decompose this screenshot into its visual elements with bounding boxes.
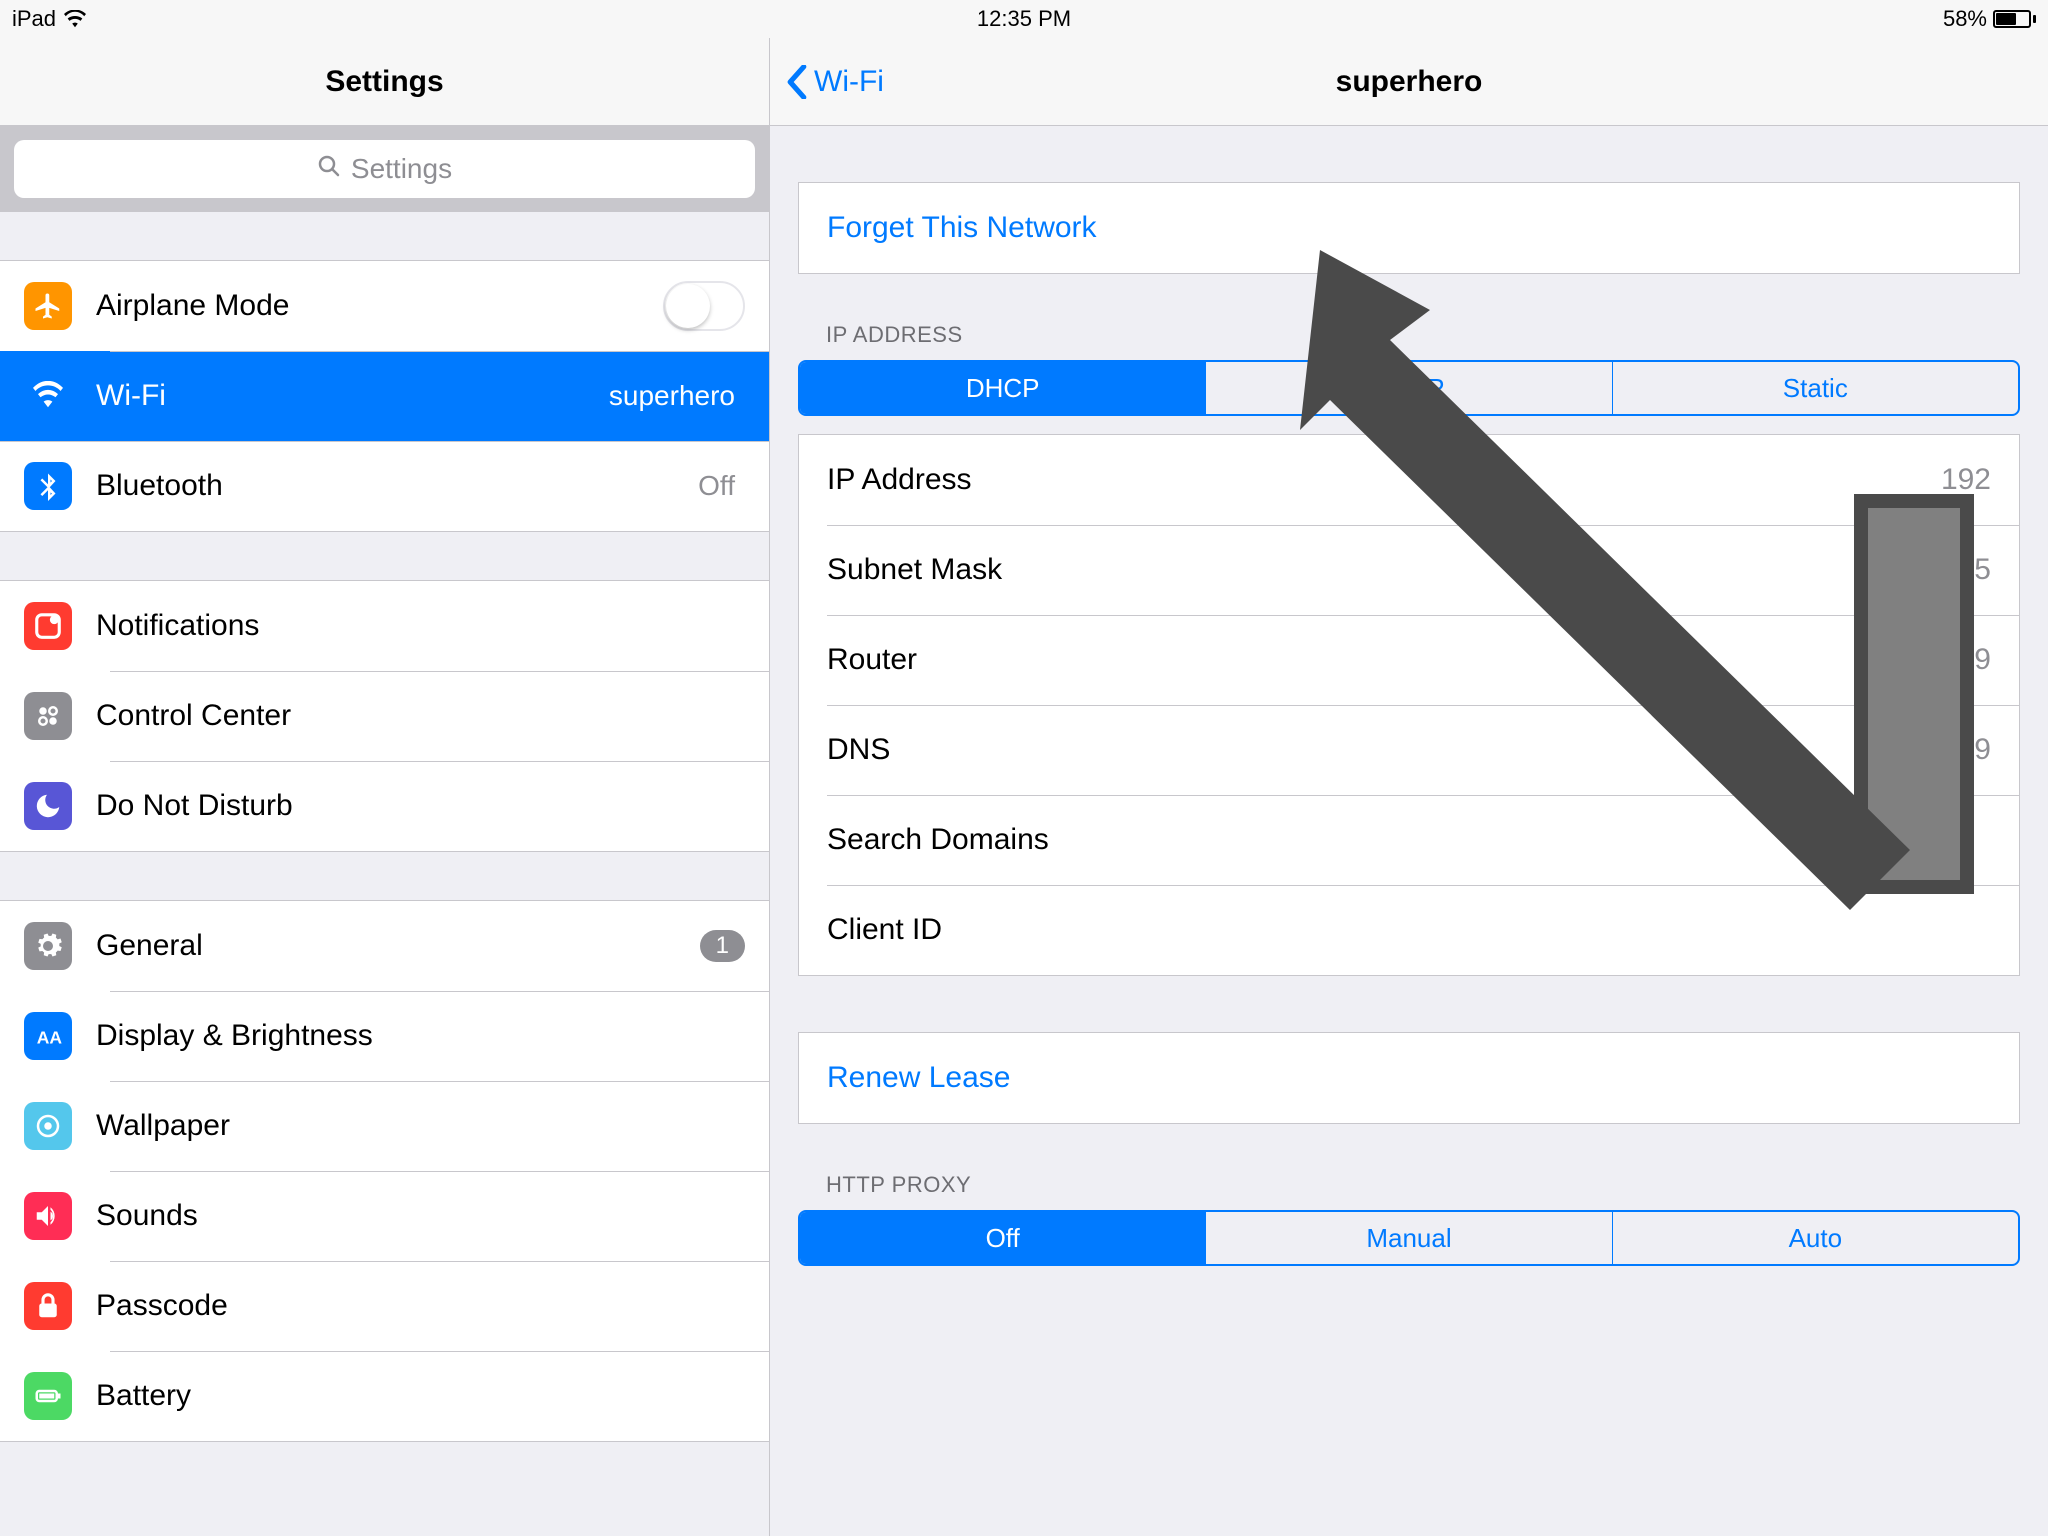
sidebar-item-display[interactable]: AA Display & Brightness <box>0 991 769 1081</box>
sidebar-header: Settings <box>0 38 769 126</box>
sidebar-item-battery[interactable]: Battery <box>0 1351 769 1441</box>
sidebar-item-label: Wallpaper <box>96 1109 745 1143</box>
sidebar-item-label: Passcode <box>96 1289 745 1323</box>
ip-section-header: IP ADDRESS <box>798 274 2020 360</box>
sidebar-item-label: Sounds <box>96 1199 745 1233</box>
svg-text:AA: AA <box>37 1028 63 1048</box>
moon-icon <box>24 782 72 830</box>
sidebar-item-sounds[interactable]: Sounds <box>0 1171 769 1261</box>
sidebar-item-label: General <box>96 929 700 963</box>
row-router[interactable]: Router 19 <box>799 615 2019 705</box>
wifi-status-icon <box>64 10 86 28</box>
status-bar: iPad 12:35 PM 58% <box>0 0 2048 38</box>
bluetooth-icon <box>24 462 72 510</box>
search-container: Settings <box>0 126 769 212</box>
renew-lease-button[interactable]: Renew Lease <box>799 1033 2019 1123</box>
annotation-redaction-box <box>1854 494 1974 894</box>
display-icon: AA <box>24 1012 72 1060</box>
forget-network-button[interactable]: Forget This Network <box>799 183 2019 273</box>
row-subnet-mask[interactable]: Subnet Mask 255.25 <box>799 525 2019 615</box>
segment-bootp[interactable]: BootP <box>1205 362 1611 414</box>
segment-proxy-auto[interactable]: Auto <box>1612 1212 2018 1264</box>
sidebar-item-value: superhero <box>609 380 735 412</box>
sidebar-item-airplane[interactable]: Airplane Mode <box>0 261 769 351</box>
search-placeholder: Settings <box>351 153 452 185</box>
settings-sidebar: Settings Settings Airplane Mode Wi-Fi su… <box>0 38 770 1536</box>
sidebar-item-label: Control Center <box>96 699 745 733</box>
sidebar-item-label: Battery <box>96 1379 745 1413</box>
proxy-segment: Off Manual Auto <box>798 1210 2020 1266</box>
sidebar-item-value: Off <box>698 470 735 502</box>
sidebar-item-wallpaper[interactable]: Wallpaper <box>0 1081 769 1171</box>
chevron-left-icon <box>786 65 808 99</box>
sidebar-item-bluetooth[interactable]: Bluetooth Off <box>0 441 769 531</box>
sidebar-item-label: Do Not Disturb <box>96 789 745 823</box>
sidebar-item-passcode[interactable]: Passcode <box>0 1261 769 1351</box>
battery-row-icon <box>24 1372 72 1420</box>
forget-label: Forget This Network <box>827 211 1097 245</box>
sidebar-item-label: Airplane Mode <box>96 289 663 323</box>
back-label: Wi-Fi <box>814 65 884 99</box>
battery-percent: 58% <box>1943 6 1987 32</box>
segment-proxy-off[interactable]: Off <box>800 1212 1205 1264</box>
row-ip-address[interactable]: IP Address 192 <box>799 435 2019 525</box>
ip-mode-segment: DHCP BootP Static <box>798 360 2020 416</box>
notifications-icon <box>24 602 72 650</box>
row-dns[interactable]: DNS 19 <box>799 705 2019 795</box>
sidebar-item-dnd[interactable]: Do Not Disturb <box>0 761 769 851</box>
sidebar-item-label: Wi-Fi <box>96 379 609 413</box>
sidebar-item-label: Display & Brightness <box>96 1019 745 1053</box>
sidebar-item-general[interactable]: General 1 <box>0 901 769 991</box>
control-center-icon <box>24 692 72 740</box>
segment-proxy-manual[interactable]: Manual <box>1205 1212 1611 1264</box>
renew-label: Renew Lease <box>827 1061 1010 1095</box>
device-label: iPad <box>12 6 56 32</box>
badge: 1 <box>700 930 745 962</box>
sidebar-item-wifi[interactable]: Wi-Fi superhero <box>0 351 769 441</box>
search-icon <box>317 153 341 185</box>
sidebar-title: Settings <box>325 65 443 99</box>
segment-static[interactable]: Static <box>1612 362 2018 414</box>
sidebar-item-notifications[interactable]: Notifications <box>0 581 769 671</box>
status-time: 12:35 PM <box>977 6 1071 32</box>
airplane-toggle[interactable] <box>663 281 745 331</box>
gear-icon <box>24 922 72 970</box>
sounds-icon <box>24 1192 72 1240</box>
sidebar-item-label: Bluetooth <box>96 469 698 503</box>
search-input[interactable]: Settings <box>14 140 755 198</box>
lock-icon <box>24 1282 72 1330</box>
wifi-icon <box>24 372 72 420</box>
segment-dhcp[interactable]: DHCP <box>800 362 1205 414</box>
row-client-id[interactable]: Client ID <box>799 885 2019 975</box>
airplane-icon <box>24 282 72 330</box>
wallpaper-icon <box>24 1102 72 1150</box>
detail-header: Wi-Fi superhero <box>770 38 2048 126</box>
detail-title: superhero <box>1336 65 1483 99</box>
sidebar-item-label: Notifications <box>96 609 745 643</box>
sidebar-item-control-center[interactable]: Control Center <box>0 671 769 761</box>
back-button[interactable]: Wi-Fi <box>770 65 884 99</box>
row-search-domains[interactable]: Search Domains <box>799 795 2019 885</box>
battery-icon <box>1993 10 2036 28</box>
proxy-section-header: HTTP PROXY <box>798 1124 2020 1210</box>
